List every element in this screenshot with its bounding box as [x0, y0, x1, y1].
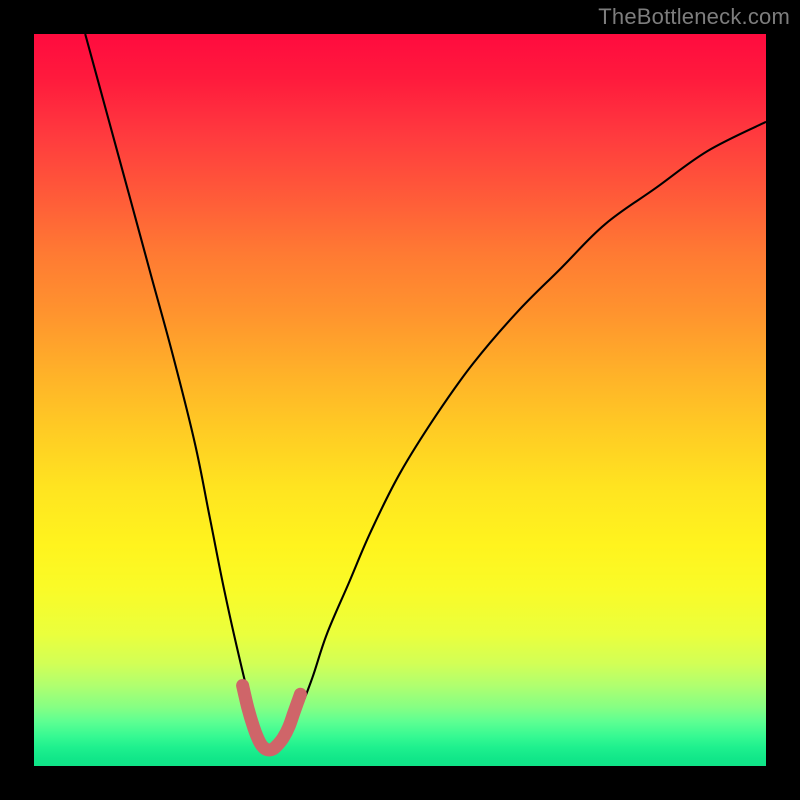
watermark-label: TheBottleneck.com [598, 4, 790, 30]
curve-overlay [34, 34, 766, 766]
plot-area [34, 34, 766, 766]
bottleneck-curve [85, 34, 766, 753]
chart-frame: TheBottleneck.com [0, 0, 800, 800]
optimal-zone [243, 686, 301, 751]
